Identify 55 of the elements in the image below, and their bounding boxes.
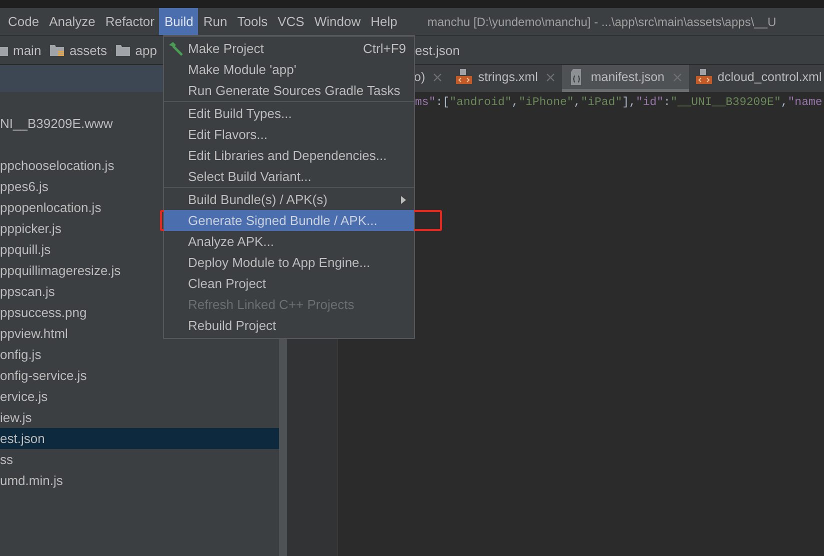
code-line: ms":["android","iPhone","iPad"],"id":"__UNI__B39209E","name (415, 96, 822, 109)
menu-item[interactable]: Code (0, 8, 44, 35)
menu-item[interactable]: Clean Project (164, 273, 414, 294)
menu-item[interactable]: Build (159, 8, 198, 35)
tree-item[interactable]: ppopenlocation.js (0, 197, 102, 218)
tree-item[interactable]: ppview.html (0, 323, 68, 344)
close-icon[interactable] (672, 72, 682, 82)
menu-item[interactable]: Window (309, 8, 366, 35)
tree-item[interactable]: NI__B39209E.www (0, 113, 113, 134)
menu-item[interactable]: Analyze (44, 8, 100, 35)
menu-item[interactable]: Generate Signed Bundle / APK... (164, 210, 414, 231)
tree-item[interactable]: est.json (0, 428, 279, 449)
tree-item[interactable]: umd.min.js (0, 470, 63, 491)
menu-item[interactable]: Tools (232, 8, 273, 35)
menu-item[interactable]: Refactor (100, 8, 160, 35)
close-icon[interactable] (433, 72, 442, 82)
xml-file-icon (696, 69, 712, 85)
breadcrumb-item[interactable]: main (0, 42, 42, 58)
menu-item[interactable]: Run (198, 8, 232, 35)
menu-item[interactable]: Edit Build Types... (164, 103, 414, 124)
breadcrumb-item[interactable]: assets (50, 42, 108, 58)
submenu-arrow-icon (401, 196, 406, 204)
tree-item[interactable]: ppes6.js (0, 176, 48, 197)
tree-item[interactable]: pppicker.js (0, 218, 62, 239)
tree-item[interactable]: ervice.js (0, 386, 48, 407)
tree-item[interactable]: onfig.js (0, 344, 42, 365)
tree-item[interactable]: ss (0, 449, 13, 470)
menu-item[interactable]: Edit Libraries and Dependencies... (164, 145, 414, 166)
menu-item[interactable]: Edit Flavors... (164, 124, 414, 145)
tree-item[interactable]: onfig-service.js (0, 365, 87, 386)
breadcrumb-item[interactable]: est.json (415, 42, 460, 58)
editor-tab[interactable]: manifest.json (562, 65, 689, 92)
folder-icon (116, 44, 130, 56)
menu-item[interactable]: Deploy Module to App Engine... (164, 252, 414, 273)
window-title: manchu [D:\yundemo\manchu] - ...\app\src\main\assets\apps\__U (427, 14, 776, 30)
close-icon[interactable] (546, 72, 555, 82)
menu-item[interactable]: Analyze APK... (164, 231, 414, 252)
menu-item[interactable]: Help (366, 8, 402, 35)
menu-item[interactable]: Make Project Ctrl+F9 (164, 38, 414, 59)
menu-item[interactable]: Rebuild Project (164, 315, 414, 336)
hammer-icon (168, 41, 183, 56)
tree-item[interactable]: ppquillimageresize.js (0, 260, 121, 281)
menu-item[interactable]: VCS (272, 8, 310, 35)
tree-item[interactable]: iew.js (0, 407, 32, 428)
tree-item[interactable]: ppscan.js (0, 281, 55, 302)
editor-tab[interactable]: strings.xml (449, 65, 562, 92)
tree-item[interactable]: ppquill.js (0, 239, 51, 260)
breadcrumb-item[interactable]: app (116, 42, 157, 58)
resource-folder-icon (50, 44, 64, 56)
xml-file-icon (456, 69, 472, 85)
menu-item[interactable]: Build Bundle(s) / APK(s) (164, 189, 414, 210)
tree-item[interactable]: ppsuccess.png (0, 302, 87, 323)
menu-item[interactable]: Select Build Variant... (164, 166, 414, 187)
tree-item[interactable]: ppchooselocation.js (0, 155, 114, 176)
editor-tab[interactable]: dcloud_control.xml (688, 65, 824, 92)
